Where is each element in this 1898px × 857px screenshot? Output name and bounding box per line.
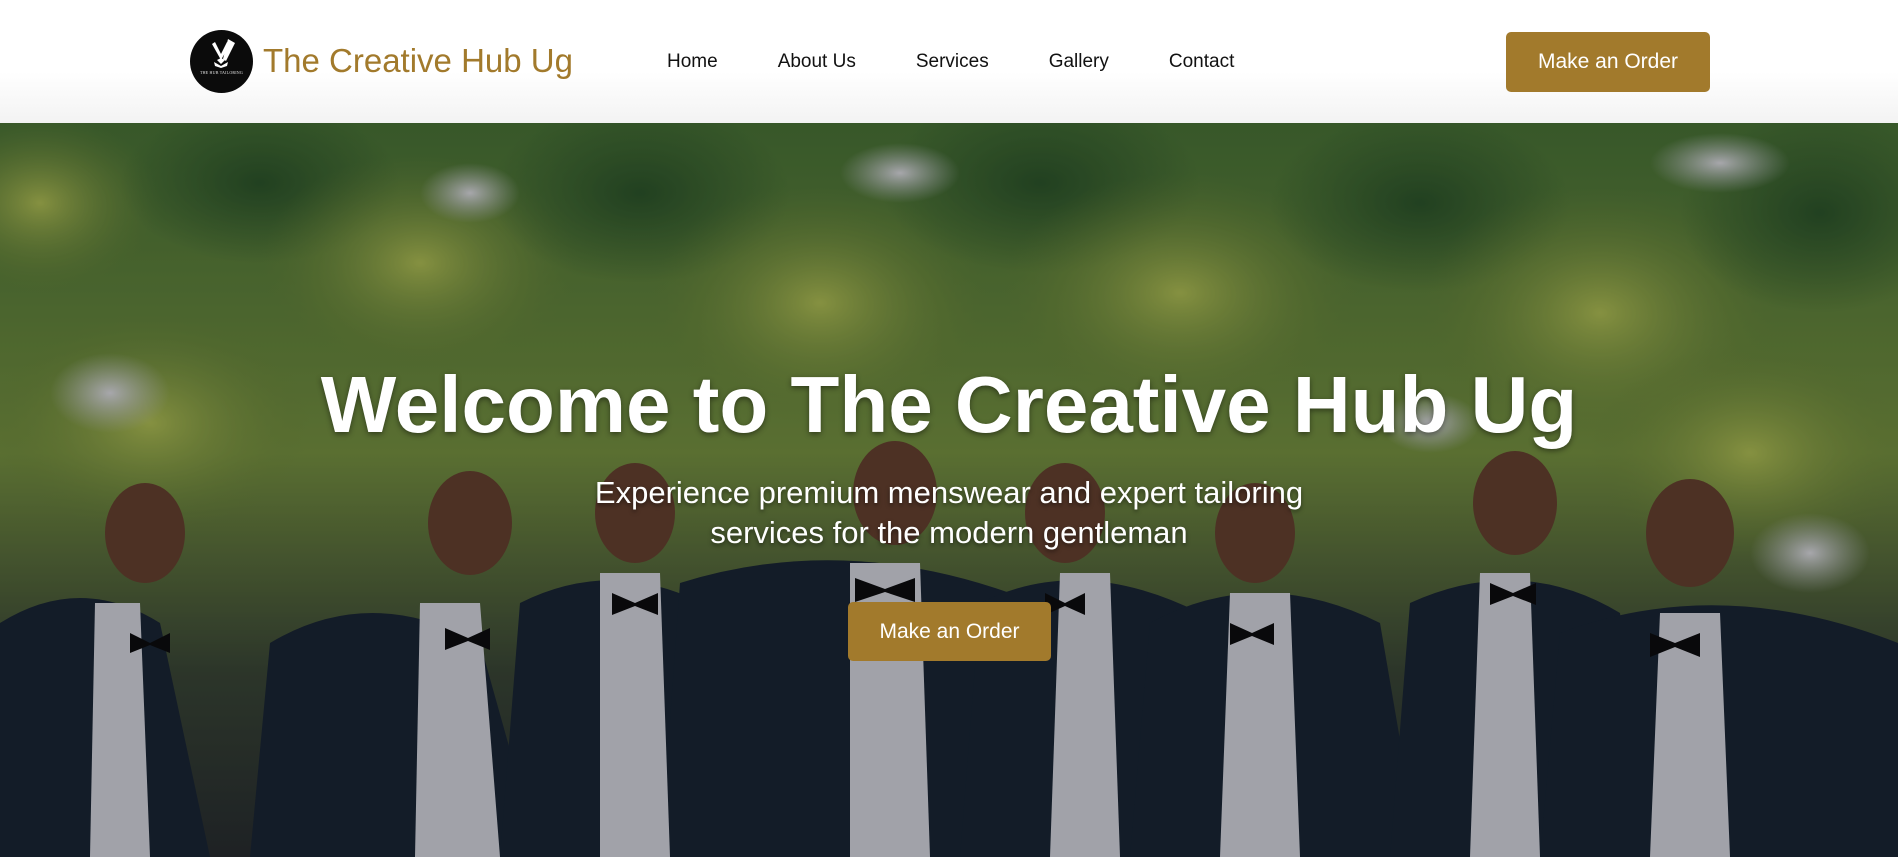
logo-wordmark: THE HUB TAILORING — [199, 69, 243, 75]
brand-home-link[interactable]: THE HUB TAILORING The Creative Hub Ug — [190, 29, 573, 93]
nav-home[interactable]: Home — [667, 51, 718, 73]
brand-logo: THE HUB TAILORING — [190, 29, 253, 93]
tuxedo-logo-icon — [212, 38, 235, 68]
brand-name: The Creative Hub Ug — [263, 42, 573, 79]
header-make-order-button[interactable]: Make an Order — [1506, 32, 1710, 92]
site-header: THE HUB TAILORING The Creative Hub Ug Ho… — [0, 0, 1898, 123]
main-nav: Home About Us Services Gallery Contact — [667, 0, 1294, 123]
hero-make-order-button[interactable]: Make an Order — [848, 602, 1051, 661]
nav-about-us[interactable]: About Us — [778, 51, 856, 73]
hero-section: Welcome to The Creative Hub Ug Experienc… — [0, 123, 1898, 857]
nav-gallery[interactable]: Gallery — [1049, 51, 1109, 73]
hero-title: Welcome to The Creative Hub Ug — [320, 360, 1578, 449]
nav-services[interactable]: Services — [916, 51, 989, 73]
nav-contact[interactable]: Contact — [1169, 51, 1234, 73]
hero-subtitle: Experience premium menswear and expert t… — [594, 475, 1304, 550]
